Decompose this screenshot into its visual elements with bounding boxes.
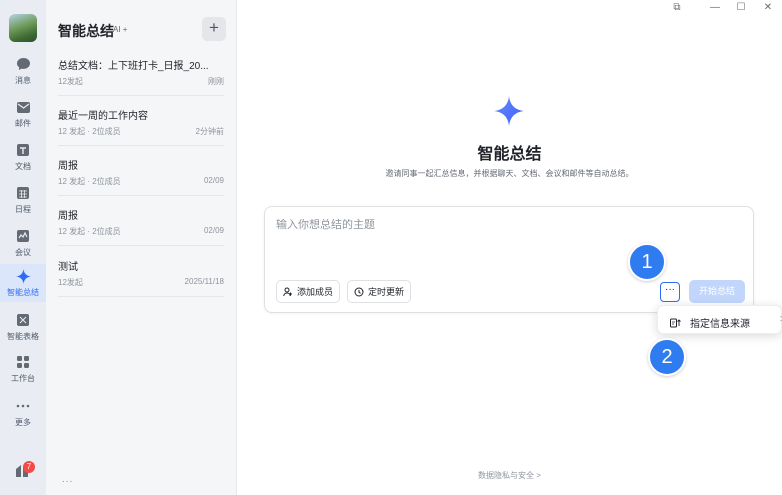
nav-item-meeting[interactable]: 会议 [0, 226, 46, 266]
nav-label: 工作台 [11, 374, 35, 383]
add-member-label: 添加成员 [297, 287, 334, 297]
list-item-time: 2025/11/18 [184, 277, 224, 286]
doc-icon [15, 142, 31, 158]
more-dots-icon [15, 398, 31, 414]
list-item-time: 2分钟前 [195, 127, 224, 136]
new-summary-button[interactable]: + [202, 17, 226, 41]
list-item-sub: 12发起 [58, 77, 83, 86]
sparkle-icon [15, 268, 31, 284]
page-subtitle: 邀请同事一起汇总信息，并根据聊天、文档、会议和邮件等自动总结。 [385, 169, 634, 178]
divider [58, 195, 224, 196]
nav-label: 更多 [15, 418, 31, 427]
clock-refresh-icon [354, 287, 364, 296]
step-marker-2: 2 [648, 338, 686, 376]
list-item-sub: 12 发起 · 2位成员 [58, 127, 121, 136]
nav-item-mail[interactable]: 邮件 [0, 97, 46, 137]
list-item-title: 总结文档：上下班打卡_日报_20... [58, 61, 209, 72]
nav-item-more[interactable]: 更多 [0, 396, 46, 436]
list-item[interactable]: 总结文档：上下班打卡_日报_20... 12发起 刚刚 [46, 57, 236, 107]
list-item-title: 最近一周的工作内容 [58, 111, 148, 122]
nav-item-smart-sheet[interactable]: 智能表格 [0, 310, 46, 350]
nav-label: 智能总结 [7, 288, 39, 297]
source-select-icon [670, 315, 681, 333]
nav-label: 邮件 [15, 119, 31, 128]
nav-label: 智能表格 [7, 332, 39, 341]
summary-input-card: 添加成员 定时更新 ··· 开始总结 [264, 206, 754, 313]
nav-label: 消息 [15, 76, 31, 85]
divider [58, 296, 224, 297]
schedule-update-button[interactable]: 定时更新 [347, 280, 412, 303]
list-item-title: 测试 [58, 262, 78, 273]
more-options-button[interactable]: ··· [660, 282, 680, 302]
window-close-icon[interactable]: ✕ [761, 2, 775, 13]
topic-input[interactable] [276, 219, 616, 231]
add-person-icon [283, 287, 292, 296]
divider [58, 245, 224, 246]
privacy-link[interactable]: 数据隐私与安全 > [237, 470, 782, 481]
list-item[interactable]: 周报 12 发起 · 2位成员 02/09 [46, 207, 236, 257]
list-item-time: 刚刚 [208, 77, 224, 86]
nav-item-docs[interactable]: 文档 [0, 140, 46, 180]
schedule-update-label: 定时更新 [368, 287, 405, 297]
list-item[interactable]: 周报 12 发起 · 2位成员 02/09 [46, 157, 236, 207]
nav-item-workbench[interactable]: 工作台 [0, 352, 46, 392]
window-restore-icon[interactable]: ⧉ [670, 2, 684, 13]
sheet-icon [15, 312, 31, 328]
calendar-icon [15, 185, 31, 201]
main-panel: ⧉ — ☐ ✕ 智能总结 邀请同事一起汇总信息，并根据聊天、文档、会议和邮件等自… [237, 0, 782, 495]
start-summary-button[interactable]: 开始总结 [689, 280, 745, 303]
specify-source-menu-item[interactable]: 指定信息来源 [690, 315, 750, 330]
list-item-time: 02/09 [203, 176, 224, 185]
nav-item-messages[interactable]: 消息 [0, 54, 46, 94]
list-item-sub: 12发起 [58, 278, 83, 287]
ai-tag: AI + [113, 25, 128, 34]
list-item[interactable]: 最近一周的工作内容 12 发起 · 2位成员 2分钟前 [46, 107, 236, 157]
page-title: 智能总结 [477, 146, 542, 163]
nav-label: 文档 [15, 162, 31, 171]
window-minimize-icon[interactable]: — [708, 2, 722, 13]
nav-label: 日程 [15, 205, 31, 214]
list-item-time: 02/09 [203, 226, 224, 235]
summary-list-panel: 智能总结 AI + + 总结文档：上下班打卡_日报_20... 12发起 刚刚 … [46, 0, 237, 495]
nav-item-calendar[interactable]: 日程 [0, 183, 46, 223]
nav-label: 会议 [15, 248, 31, 257]
add-member-button[interactable]: 添加成员 [276, 280, 341, 303]
nav-item-smart-summary[interactable]: 智能总结 [0, 264, 46, 302]
list-item[interactable]: 测试 12发起 2025/11/18 [46, 258, 236, 308]
list-item-title: 周报 [58, 211, 78, 222]
nav-rail: 消息 邮件 文档 日程 会议 智能总结 智能表格 工作台 更多 7 [0, 0, 46, 495]
notification-badge: 7 [23, 461, 35, 473]
grid-icon [15, 354, 31, 370]
divider [58, 95, 224, 96]
step-marker-1: 1 [628, 243, 666, 281]
mail-icon [15, 99, 31, 115]
chat-bubble-icon [15, 56, 31, 72]
options-popup: 指定信息来源 > [657, 305, 782, 334]
sparkle-hero-icon [493, 95, 525, 132]
panel-title: 智能总结 [58, 23, 114, 39]
divider [58, 145, 224, 146]
avatar[interactable] [9, 14, 37, 42]
window-maximize-icon[interactable]: ☐ [734, 2, 748, 13]
list-item-title: 周报 [58, 161, 78, 172]
list-item-sub: 12 发起 · 2位成员 [58, 227, 121, 236]
list-more-dots[interactable]: ... [62, 474, 73, 485]
meeting-icon [15, 228, 31, 244]
list-item-sub: 12 发起 · 2位成员 [58, 177, 121, 186]
